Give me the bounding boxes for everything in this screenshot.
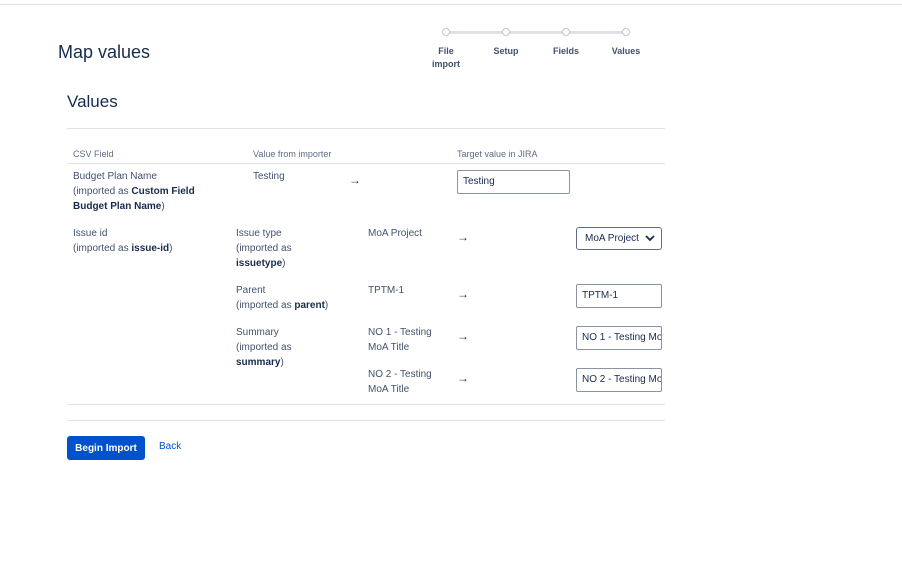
subfield-name: Issue type	[236, 228, 282, 239]
tracker-step-dot	[562, 28, 570, 36]
imported-as-name: summary	[236, 357, 281, 368]
page-title: Map values	[58, 42, 151, 62]
csv-field-issue-id: Issue id (imported as issue-id)	[73, 226, 223, 256]
arrow-icon: →	[457, 371, 469, 385]
arrow-icon: →	[457, 287, 469, 301]
arrow-icon: →	[457, 230, 469, 244]
imported-as-suffix: )	[324, 300, 329, 311]
tracker-line	[568, 31, 628, 34]
tracker-step-label: File import	[432, 46, 460, 69]
importer-value: NO 1 - Testing MoA Title	[368, 327, 432, 353]
selected-value: MoA Project	[585, 233, 639, 244]
subfield-parent: Parent (imported as parent)	[236, 283, 356, 313]
imported-as-suffix: )	[161, 201, 165, 212]
field-name: Issue id	[73, 228, 108, 239]
tracker-step-setup: Setup	[476, 45, 536, 58]
imported-as-name: issuetype	[236, 258, 283, 269]
importer-value: Testing	[253, 171, 285, 182]
imported-as-prefix: (imported as	[236, 300, 295, 311]
imported-as-prefix: (imported as	[236, 342, 292, 353]
tracker-step-dot	[502, 28, 510, 36]
imported-as-prefix: (imported as	[73, 243, 132, 254]
arrow-icon: →	[349, 173, 361, 187]
tracker-step-dot	[622, 28, 630, 36]
imported-as-name: parent	[294, 300, 325, 311]
field-name: Budget Plan Name	[73, 171, 157, 182]
section-title: Values	[67, 92, 118, 111]
subfield-name: Summary	[236, 327, 279, 338]
target-value-input[interactable]: Testing	[457, 170, 570, 194]
importer-value: TPTM-1	[368, 285, 405, 296]
begin-import-button[interactable]: Begin Import	[67, 436, 145, 460]
back-link[interactable]: Back	[159, 441, 181, 452]
summary-target-input[interactable]: NO 2 - Testing MoA Title	[576, 368, 662, 392]
imported-as-prefix: (imported as	[73, 186, 132, 197]
subfield-summary: Summary (imported as summary)	[236, 325, 346, 370]
tracker-step-fields: Fields	[536, 45, 596, 58]
parent-target-input[interactable]: TPTM-1	[576, 284, 662, 308]
tracker-step-label: Setup	[493, 46, 519, 56]
csv-field-budget-plan-name: Budget Plan Name (imported as Custom Fie…	[73, 169, 223, 214]
chevron-down-icon	[643, 228, 657, 249]
importer-value: NO 2 - Testing MoA Title	[368, 369, 432, 395]
importer-value: MoA Project	[368, 228, 422, 239]
column-header-value-from-importer: Value from importer	[253, 149, 332, 159]
progress-tracker: File import Setup Fields Values	[416, 26, 656, 76]
tracker-step-file-import: File import	[416, 45, 476, 71]
subfield-name: Parent	[236, 285, 266, 296]
issue-type-select[interactable]: MoA Project	[576, 227, 662, 250]
column-header-target-value: Target value in JIRA	[457, 149, 538, 159]
top-divider	[0, 4, 902, 5]
tracker-step-dot	[442, 28, 450, 36]
table-bottom-divider	[67, 404, 665, 405]
table-header-divider	[67, 163, 665, 164]
section-divider	[67, 128, 665, 129]
section-bottom-divider	[67, 420, 665, 421]
tracker-line	[508, 31, 568, 34]
summary-target-input[interactable]: NO 1 - Testing MoA Title	[576, 326, 662, 350]
imported-as-prefix: (imported as	[236, 243, 292, 254]
tracker-step-values: Values	[596, 45, 656, 58]
arrow-icon: →	[457, 329, 469, 343]
imported-as-suffix: )	[169, 243, 173, 254]
tracker-step-label: Fields	[552, 46, 579, 56]
column-header-csv-field: CSV Field	[73, 149, 114, 159]
imported-as-name: issue-id	[131, 243, 170, 254]
subfield-issue-type: Issue type (imported as issuetype)	[236, 226, 346, 271]
imported-as-suffix: )	[282, 258, 286, 269]
tracker-step-label: Values	[611, 46, 641, 56]
tracker-line	[448, 31, 508, 34]
imported-as-suffix: )	[280, 357, 284, 368]
